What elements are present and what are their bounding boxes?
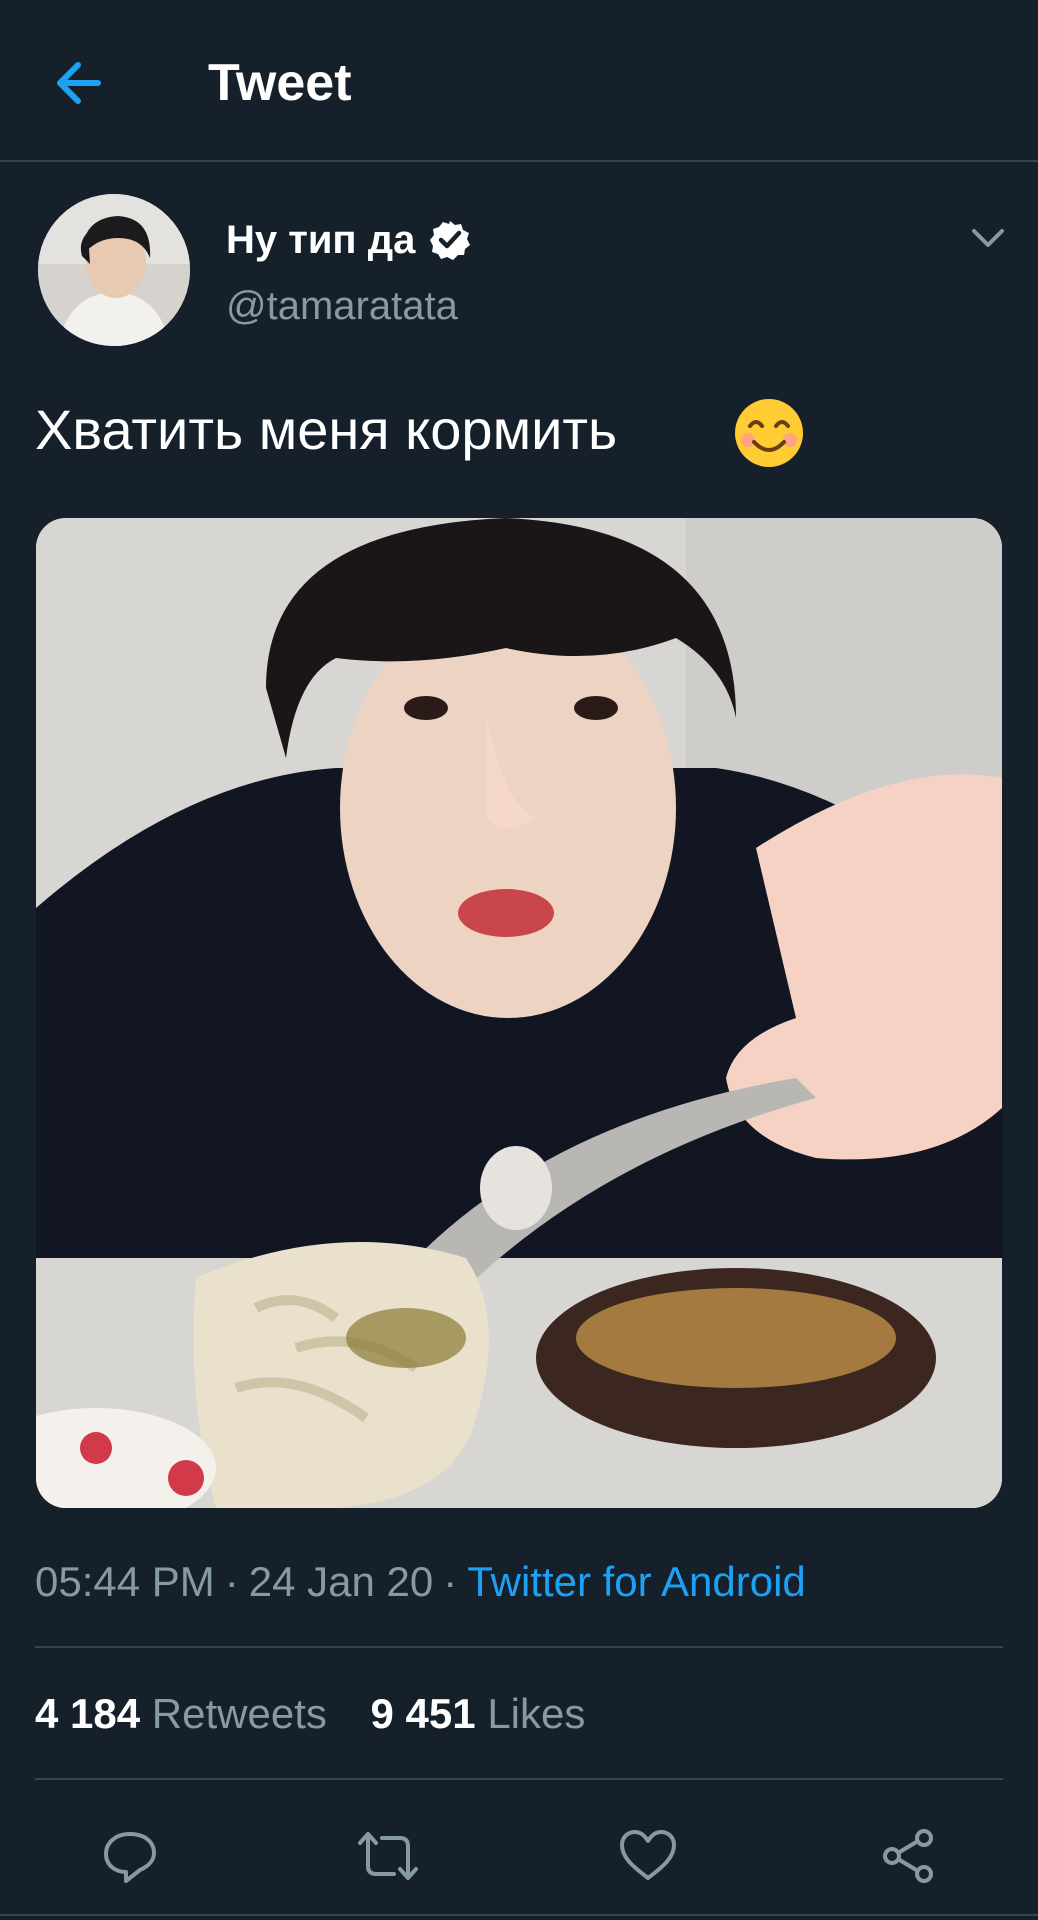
avatar-image [38,194,190,346]
author-name-row[interactable]: Ну тип да [226,212,471,268]
photo [36,518,1002,1508]
likes-stat[interactable]: 9 451 Likes [371,1688,586,1740]
retweets-count: 4 184 [35,1690,141,1737]
back-button[interactable] [50,52,112,114]
tweet-time: 05:44 PM [35,1558,215,1605]
retweets-stat[interactable]: 4 184 Retweets [35,1688,327,1740]
divider [35,1778,1003,1780]
tweet-text: Хватить меня кормить [35,398,618,461]
avatar[interactable] [38,194,190,346]
retweet-icon [358,1832,418,1880]
reply-icon [104,1832,156,1883]
author-name: Ну тип да [226,217,416,262]
divider [35,1646,1003,1648]
divider [0,1914,1038,1916]
retweets-label: Retweets [151,1690,327,1737]
reply-button[interactable] [90,1816,170,1896]
action-bar [0,1816,1038,1896]
tweet-meta: 05:44 PM · 24 Jan 20 · Twitter for Android [35,1556,806,1608]
chevron-down-icon [972,229,1004,247]
verified-badge-icon [430,221,471,260]
likes-label: Likes [487,1690,586,1737]
like-button[interactable] [608,1816,688,1896]
separator: · [224,1558,239,1605]
heart-icon [620,1830,676,1880]
arrow-left-icon [57,62,101,104]
tweet-source-link[interactable]: Twitter for Android [467,1558,805,1605]
share-icon [883,1829,933,1883]
top-bar: Tweet [0,0,1038,162]
tweet-stats: 4 184 Retweets 9 451 Likes [35,1688,585,1740]
share-button[interactable] [868,1816,948,1896]
page-title: Tweet [208,54,352,112]
retweet-button[interactable] [348,1816,428,1896]
author-handle[interactable]: @tamaratata [226,284,458,329]
tweet-menu-button[interactable] [968,218,1008,258]
tweet-date: 24 Jan 20 [248,1558,434,1605]
smiling-face-emoji [735,399,803,467]
tweet-media-image[interactable] [36,518,1002,1508]
separator: · [443,1558,458,1605]
likes-count: 9 451 [370,1690,476,1737]
